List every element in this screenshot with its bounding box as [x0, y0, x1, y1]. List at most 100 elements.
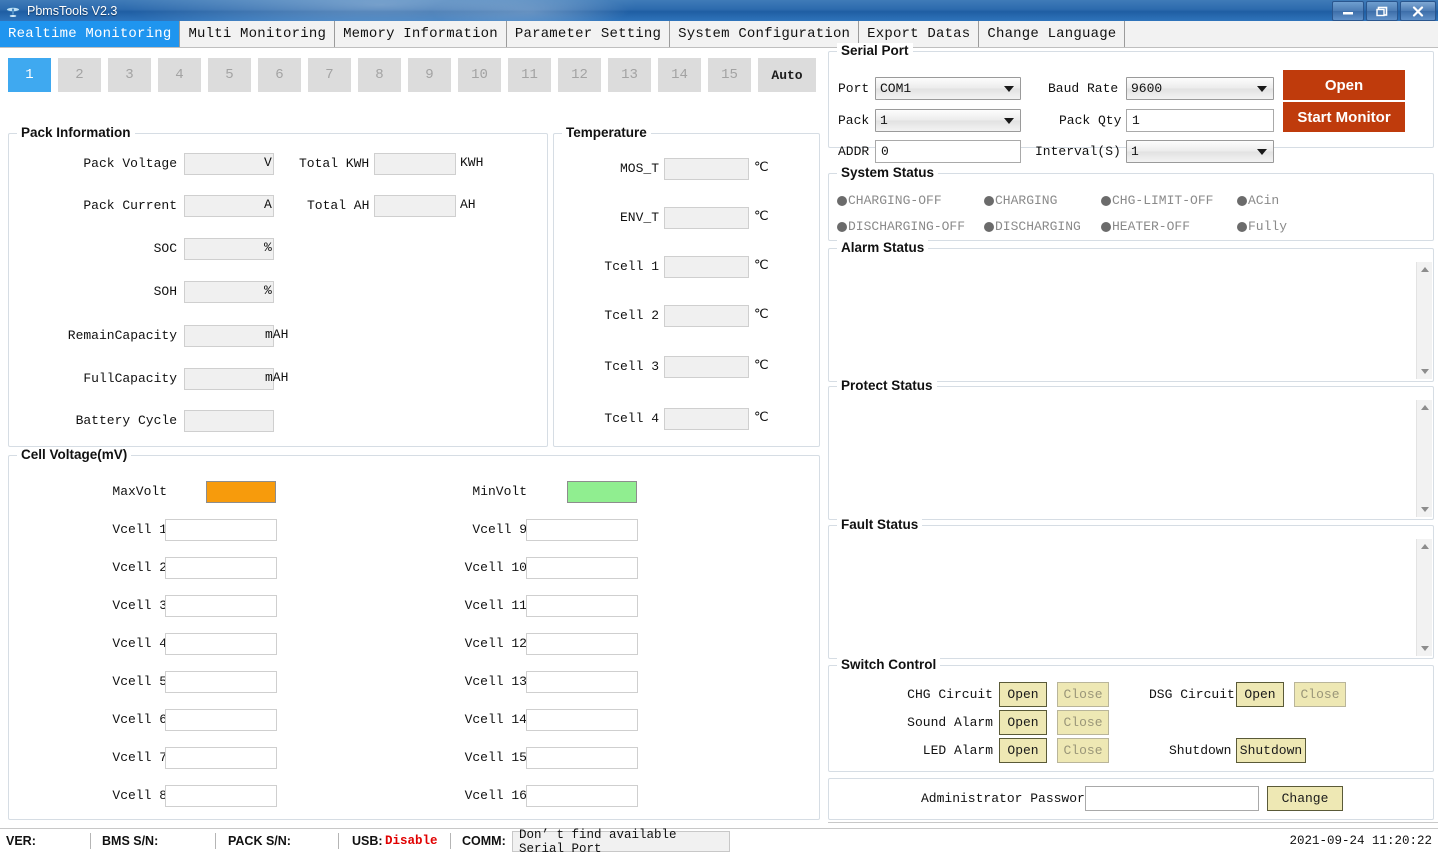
- fault-status-content[interactable]: [830, 539, 1416, 656]
- pack-voltage-field[interactable]: [184, 153, 274, 175]
- battery-cycle-field[interactable]: [184, 410, 274, 432]
- pack-button-2[interactable]: 2: [58, 58, 101, 92]
- soh-field[interactable]: [184, 281, 274, 303]
- pack-button-6[interactable]: 6: [258, 58, 301, 92]
- scroll-down-icon[interactable]: [1417, 502, 1432, 517]
- pack-select[interactable]: 1: [875, 109, 1021, 132]
- led-alarm-close-button[interactable]: Close: [1057, 738, 1109, 763]
- main-tab-strip[interactable]: Realtime Monitoring Multi Monitoring Mem…: [0, 21, 1438, 48]
- vcell-15-field[interactable]: [526, 747, 638, 769]
- pack-button-14[interactable]: 14: [658, 58, 701, 92]
- pack-button-10[interactable]: 10: [458, 58, 501, 92]
- vcell-9-field[interactable]: [526, 519, 638, 541]
- shutdown-button[interactable]: Shutdown: [1236, 738, 1306, 763]
- open-port-button[interactable]: Open: [1283, 70, 1405, 100]
- maximize-icon[interactable]: [1366, 1, 1398, 21]
- vcell-13-field[interactable]: [526, 671, 638, 693]
- env-t-field[interactable]: [664, 207, 749, 229]
- minimize-icon[interactable]: [1332, 1, 1364, 21]
- tab-realtime-monitoring[interactable]: Realtime Monitoring: [0, 21, 180, 47]
- vcell-3-label: Vcell 3: [39, 598, 167, 613]
- pack-current-field[interactable]: [184, 195, 274, 217]
- chevron-down-icon: [1257, 149, 1267, 155]
- pack-information-group: Pack Information Pack Voltage V Pack Cur…: [8, 133, 548, 447]
- protect-status-scrollbar[interactable]: [1416, 400, 1432, 517]
- chg-circuit-open-button[interactable]: Open: [999, 682, 1047, 707]
- sound-alarm-close-button[interactable]: Close: [1057, 710, 1109, 735]
- pack-information-title: Pack Information: [17, 125, 135, 140]
- tcell-4-field[interactable]: [664, 408, 749, 430]
- dsg-circuit-open-button[interactable]: Open: [1236, 682, 1284, 707]
- pack-button-13[interactable]: 13: [608, 58, 651, 92]
- tcell-3-field[interactable]: [664, 356, 749, 378]
- tab-multi-monitoring[interactable]: Multi Monitoring: [180, 21, 335, 47]
- chg-circuit-close-button[interactable]: Close: [1057, 682, 1109, 707]
- tcell-2-field[interactable]: [664, 305, 749, 327]
- vcell-8-field[interactable]: [165, 785, 277, 807]
- pack-button-1[interactable]: 1: [8, 58, 51, 92]
- vcell-3-field[interactable]: [165, 595, 277, 617]
- vcell-11-field[interactable]: [526, 595, 638, 617]
- remain-capacity-field[interactable]: [184, 325, 274, 347]
- scroll-up-icon[interactable]: [1417, 262, 1432, 277]
- vcell-6-field[interactable]: [165, 709, 277, 731]
- start-monitor-button[interactable]: Start Monitor: [1283, 102, 1405, 132]
- baud-rate-select[interactable]: 9600: [1126, 77, 1274, 100]
- mos-t-field[interactable]: [664, 158, 749, 180]
- change-password-button[interactable]: Change: [1267, 786, 1343, 811]
- tab-parameter-setting[interactable]: Parameter Setting: [507, 21, 670, 47]
- temperature-group: Temperature MOS_T ℃ ENV_T ℃ Tcell 1 ℃ Tc…: [553, 133, 820, 447]
- vcell-10-field[interactable]: [526, 557, 638, 579]
- vcell-7-field[interactable]: [165, 747, 277, 769]
- vcell-2-field[interactable]: [165, 557, 277, 579]
- full-capacity-field[interactable]: [184, 368, 274, 390]
- vcell-12-field[interactable]: [526, 633, 638, 655]
- fault-status-scrollbar[interactable]: [1416, 539, 1432, 656]
- addr-input[interactable]: 0: [875, 140, 1021, 163]
- sound-alarm-label: Sound Alarm: [829, 715, 993, 730]
- dsg-circuit-close-button[interactable]: Close: [1294, 682, 1346, 707]
- tab-system-configuration[interactable]: System Configuration: [670, 21, 859, 47]
- tab-memory-information[interactable]: Memory Information: [335, 21, 507, 47]
- alarm-status-scrollbar[interactable]: [1416, 262, 1432, 379]
- pack-button-7[interactable]: 7: [308, 58, 351, 92]
- interval-select[interactable]: 1: [1126, 140, 1274, 163]
- tcell-1-field[interactable]: [664, 256, 749, 278]
- pack-button-auto[interactable]: Auto: [758, 58, 816, 92]
- pack-qty-input[interactable]: 1: [1126, 109, 1274, 132]
- vcell-5-field[interactable]: [165, 671, 277, 693]
- admin-password-input[interactable]: [1085, 786, 1259, 811]
- vcell-5-label: Vcell 5: [39, 674, 167, 689]
- pack-button-12[interactable]: 12: [558, 58, 601, 92]
- scroll-up-icon[interactable]: [1417, 539, 1432, 554]
- pack-button-3[interactable]: 3: [108, 58, 151, 92]
- pack-button-15[interactable]: 15: [708, 58, 751, 92]
- vcell-16-field[interactable]: [526, 785, 638, 807]
- sound-alarm-open-button[interactable]: Open: [999, 710, 1047, 735]
- pack-button-4[interactable]: 4: [158, 58, 201, 92]
- close-icon[interactable]: [1400, 1, 1436, 21]
- vcell-4-field[interactable]: [165, 633, 277, 655]
- protect-status-content[interactable]: [830, 400, 1416, 517]
- tab-change-language[interactable]: Change Language: [979, 21, 1125, 47]
- alarm-status-content[interactable]: [830, 262, 1416, 379]
- total-ah-field[interactable]: [374, 195, 456, 217]
- vcell-14-field[interactable]: [526, 709, 638, 731]
- pack-button-8[interactable]: 8: [358, 58, 401, 92]
- led-alarm-open-button[interactable]: Open: [999, 738, 1047, 763]
- vcell-1-field[interactable]: [165, 519, 277, 541]
- total-kwh-field[interactable]: [374, 153, 456, 175]
- scroll-down-icon[interactable]: [1417, 641, 1432, 656]
- max-volt-indicator: [206, 481, 276, 503]
- scroll-down-icon[interactable]: [1417, 364, 1432, 379]
- protect-status-group: Protect Status: [828, 386, 1434, 520]
- pack-button-11[interactable]: 11: [508, 58, 551, 92]
- soc-field[interactable]: [184, 238, 274, 260]
- tcell-3-unit: ℃: [754, 358, 769, 373]
- pack-button-9[interactable]: 9: [408, 58, 451, 92]
- port-select[interactable]: COM1: [875, 77, 1021, 100]
- scroll-up-icon[interactable]: [1417, 400, 1432, 415]
- tcell-1-label: Tcell 1: [554, 259, 659, 274]
- pack-button-5[interactable]: 5: [208, 58, 251, 92]
- pack-selector-bar[interactable]: 1 2 3 4 5 6 7 8 9 10 11 12 13 14 15 Auto: [8, 58, 816, 92]
